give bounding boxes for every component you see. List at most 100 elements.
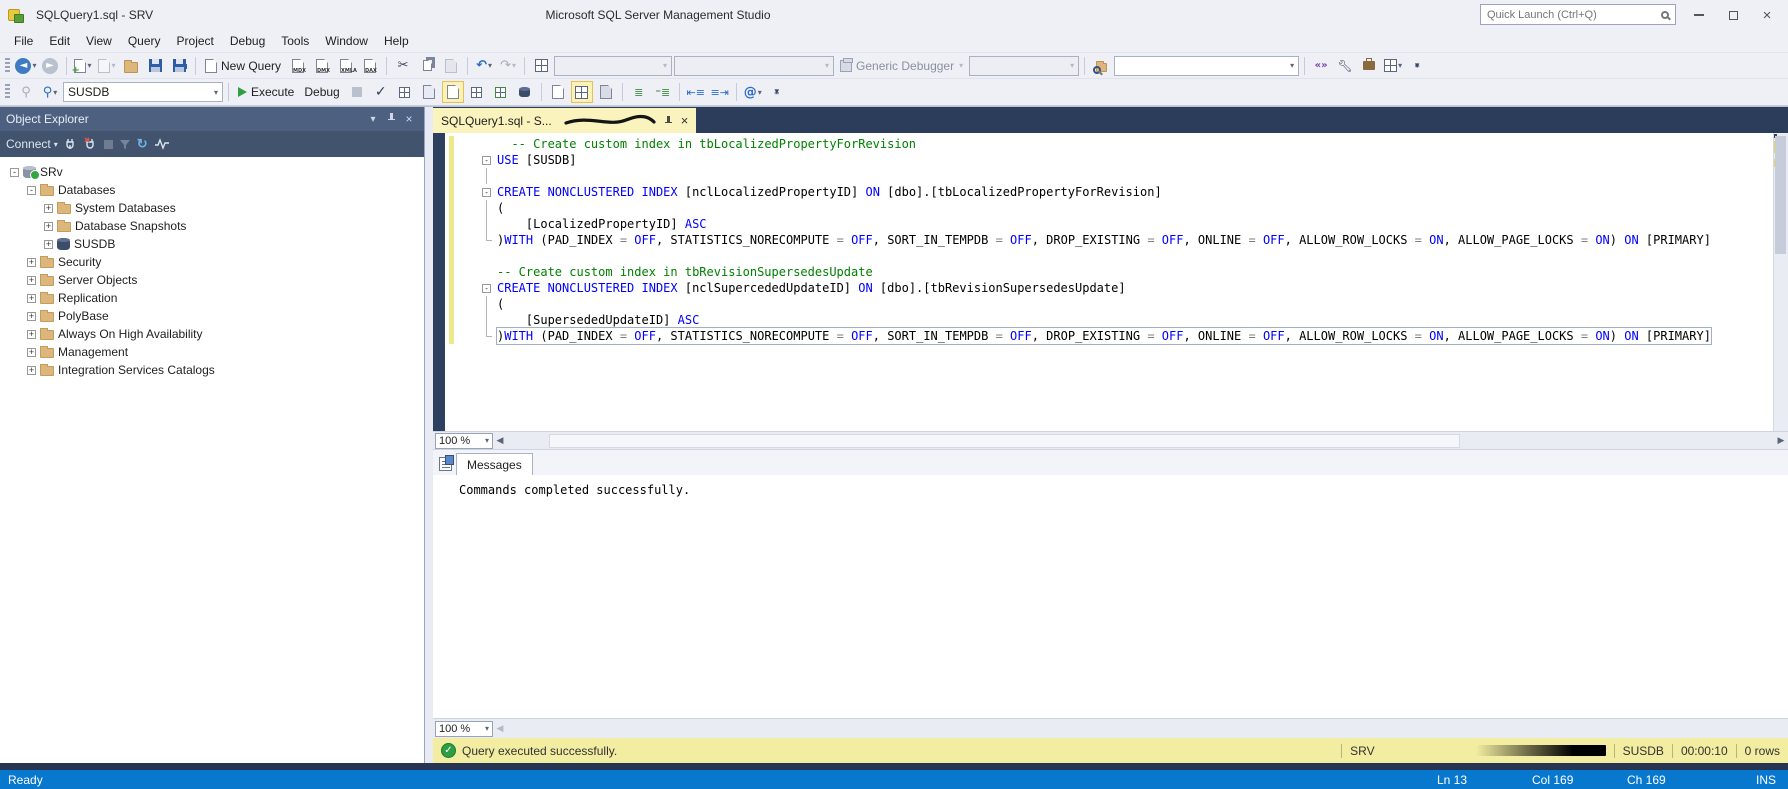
expand-expander[interactable]: + — [44, 204, 53, 213]
toolbar-grip[interactable] — [5, 58, 10, 74]
close-icon[interactable]: × — [400, 112, 418, 126]
horizontal-scrollbar[interactable] — [507, 722, 1786, 736]
expand-expander[interactable]: + — [44, 222, 53, 231]
save-icon[interactable] — [144, 55, 166, 77]
expand-expander[interactable]: + — [27, 312, 36, 321]
toolbox-icon[interactable] — [1358, 55, 1380, 77]
quick-launch-box[interactable] — [1480, 4, 1676, 25]
database-combobox[interactable]: SUSDB▾ — [63, 82, 223, 102]
tree-item-susdb[interactable]: +SUSDB — [0, 235, 424, 253]
find-combobox[interactable]: ▾ — [1114, 56, 1299, 76]
messages-zoom-dropdown[interactable]: 100 %▾ — [435, 721, 493, 737]
disconnect-plug-icon[interactable] — [84, 137, 98, 151]
dax-query-icon[interactable]: DAX — [359, 55, 381, 77]
results-grid-icon[interactable] — [571, 81, 593, 103]
connect-plug-icon[interactable] — [64, 137, 78, 151]
connect-dropdown[interactable]: Connect▾ — [6, 137, 58, 151]
expand-expander[interactable]: + — [27, 330, 36, 339]
activity-monitor-icon[interactable] — [530, 55, 552, 77]
xmla-query-icon[interactable]: XMLA — [335, 55, 357, 77]
expand-expander[interactable]: + — [44, 240, 53, 249]
tree-item-database-snapshots[interactable]: +Database Snapshots — [0, 217, 424, 235]
intellisense-toggle-icon[interactable] — [442, 81, 464, 103]
scroll-left-arrow[interactable]: ◀ — [493, 723, 507, 734]
solution-configurations-combobox[interactable]: ▾ — [554, 56, 672, 76]
solution-platforms-combobox[interactable]: ▾ — [674, 56, 834, 76]
decrease-indent-icon[interactable]: ⇤≡ — [685, 81, 707, 103]
tab-messages[interactable]: Messages — [456, 453, 533, 475]
tree-item-always-on-high-availability[interactable]: +Always On High Availability — [0, 325, 424, 343]
estimated-plan-icon[interactable] — [394, 81, 416, 103]
menu-item-tools[interactable]: Tools — [273, 31, 317, 51]
stop-icon[interactable] — [104, 140, 113, 149]
connect-icon[interactable]: ⚲ — [15, 81, 37, 103]
table-designer-icon[interactable]: ▾ — [1382, 55, 1404, 77]
expand-expander[interactable]: + — [27, 294, 36, 303]
panel-menu-icon[interactable]: ▾ — [364, 114, 382, 125]
increase-indent-icon[interactable]: ≡⇥ — [709, 81, 731, 103]
menu-item-view[interactable]: View — [78, 31, 120, 51]
vertical-scrollbar-thumb[interactable] — [1775, 136, 1786, 254]
fold-collapse-box[interactable]: - — [479, 152, 497, 168]
redo-icon[interactable]: ↷▾ — [497, 55, 519, 77]
menu-item-window[interactable]: Window — [317, 31, 376, 51]
object-explorer-titlebar[interactable]: Object Explorer ▾ × — [0, 107, 424, 131]
parse-button[interactable]: ✓ — [370, 81, 392, 103]
minimize-button[interactable] — [1682, 0, 1716, 30]
scroll-left-arrow[interactable]: ◀ — [493, 435, 507, 446]
pin-icon[interactable] — [382, 113, 400, 125]
menu-item-debug[interactable]: Debug — [222, 31, 273, 51]
query-options-icon[interactable] — [418, 81, 440, 103]
new-query-button[interactable]: New Query — [201, 59, 285, 73]
messages-output[interactable]: Commands completed successfully. — [433, 475, 1788, 718]
search-icon[interactable] — [1661, 11, 1669, 19]
tab-pin-icon[interactable] — [664, 114, 673, 128]
scroll-right-arrow[interactable]: ▶ — [1774, 435, 1788, 446]
tree-item-management[interactable]: +Management — [0, 343, 424, 361]
comment-icon[interactable]: ≣ — [628, 81, 650, 103]
tab-sqlquery1[interactable]: SQLQuery1.sql - S... × — [433, 108, 696, 133]
toolbar-grip[interactable] — [5, 84, 10, 100]
menu-item-edit[interactable]: Edit — [41, 31, 78, 51]
live-stats-icon[interactable] — [466, 81, 488, 103]
collapse-expander[interactable]: - — [10, 168, 19, 177]
sql-code-editor[interactable]: -- Create custom index in tbLocalizedPro… — [433, 133, 1788, 431]
tree-item-integration-services-catalogs[interactable]: +Integration Services Catalogs — [0, 361, 424, 379]
close-button[interactable]: × — [1750, 0, 1784, 30]
tree-item-security[interactable]: +Security — [0, 253, 424, 271]
results-text-icon[interactable] — [547, 81, 569, 103]
horizontal-scrollbar-thumb[interactable] — [549, 434, 1460, 448]
xml-editor-icon[interactable]: «» — [1310, 55, 1332, 77]
cut-icon[interactable]: ✂ — [392, 55, 414, 77]
menu-item-query[interactable]: Query — [120, 31, 169, 51]
tab-close-icon[interactable]: × — [681, 113, 689, 128]
uncomment-icon[interactable]: ⁼≣ — [652, 81, 674, 103]
menu-item-help[interactable]: Help — [376, 31, 417, 51]
expand-expander[interactable]: + — [27, 348, 36, 357]
execute-button[interactable]: Execute — [234, 85, 298, 99]
stop-button[interactable] — [346, 81, 368, 103]
tree-item-srv[interactable]: -SRv — [0, 163, 424, 181]
tree-item-replication[interactable]: +Replication — [0, 289, 424, 307]
expand-expander[interactable]: + — [27, 366, 36, 375]
filter-icon[interactable] — [119, 139, 131, 150]
save-all-icon[interactable] — [168, 55, 190, 77]
generic-debugger-dropdown[interactable]: Generic Debugger▾ — [836, 59, 967, 73]
toolbar-overflow-button[interactable]: ▾‗ — [1406, 55, 1428, 77]
debug-target-combobox[interactable]: ▾ — [969, 56, 1079, 76]
tree-item-system-databases[interactable]: +System Databases — [0, 199, 424, 217]
restore-button[interactable] — [1716, 0, 1750, 30]
add-item-icon[interactable]: ▾ — [96, 55, 118, 77]
fold-collapse-box[interactable]: - — [479, 184, 497, 200]
activity-monitor-icon[interactable] — [154, 138, 170, 150]
results-file-icon[interactable] — [595, 81, 617, 103]
menu-item-project[interactable]: Project — [169, 31, 222, 51]
panel-splitter[interactable] — [425, 107, 433, 763]
undo-icon[interactable]: ↶▾ — [473, 55, 495, 77]
client-stats-icon[interactable] — [490, 81, 512, 103]
indicator-margin[interactable] — [433, 133, 445, 431]
horizontal-scrollbar[interactable] — [507, 434, 1772, 448]
database-arrow-icon[interactable] — [514, 81, 536, 103]
specify-template-values-icon[interactable]: @▾ — [742, 81, 764, 103]
expand-expander[interactable]: + — [27, 258, 36, 267]
